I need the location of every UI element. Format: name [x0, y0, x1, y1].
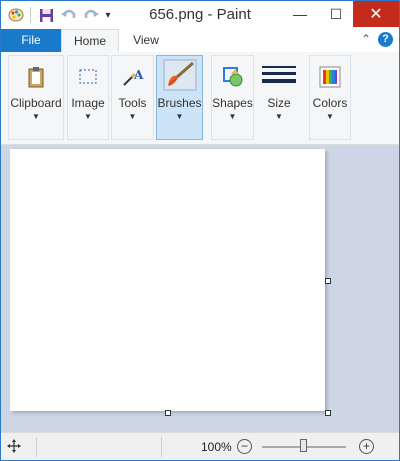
shapes-icon	[218, 62, 248, 92]
paint-window: ▾ 656.png - Paint — ☐ ✕ File Home View ⌃…	[0, 0, 400, 461]
clipboard-icon	[21, 62, 51, 92]
status-divider	[161, 437, 162, 457]
dropdown-arrow-icon: ▼	[228, 112, 237, 121]
status-bar: 100% − +	[1, 432, 399, 460]
customize-qa-button[interactable]: ▾	[102, 5, 114, 25]
resize-handle-bottom[interactable]	[165, 410, 171, 416]
maximize-icon: ☐	[329, 5, 343, 22]
cursor-position-icon	[7, 439, 21, 456]
qa-divider	[30, 7, 31, 23]
svg-text:A: A	[133, 68, 144, 82]
customize-qa-icon: ▾	[105, 9, 111, 21]
collapse-ribbon-icon[interactable]: ⌃	[361, 32, 371, 46]
zoom-in-button[interactable]: +	[359, 439, 374, 454]
ribbon-group-brushes[interactable]: Brushes ▼	[156, 55, 203, 140]
drawing-canvas[interactable]	[10, 149, 325, 411]
tools-icon: A	[118, 62, 148, 92]
dropdown-arrow-icon: ▼	[128, 112, 137, 121]
brush-icon	[162, 58, 198, 92]
ribbon-group-tools[interactable]: A Tools ▼	[111, 55, 154, 140]
dropdown-arrow-icon: ▼	[275, 112, 283, 121]
close-icon: ✕	[369, 6, 383, 23]
colors-icon	[315, 62, 345, 92]
canvas-workarea[interactable]	[1, 145, 399, 432]
ribbon-group-label: Clipboard	[10, 96, 62, 110]
ribbon-group-label: Tools	[118, 96, 147, 110]
ribbon-group-label: Colors	[312, 96, 348, 110]
tab-home[interactable]: Home	[61, 29, 119, 52]
close-button[interactable]: ✕	[353, 1, 399, 27]
dropdown-arrow-icon: ▼	[32, 112, 40, 121]
tab-file[interactable]: File	[1, 29, 61, 52]
status-divider	[36, 437, 37, 457]
ribbon-group-shapes[interactable]: Shapes ▼	[211, 55, 254, 140]
redo-icon[interactable]	[82, 5, 100, 25]
ribbon-group-size[interactable]: Size ▼	[257, 55, 301, 140]
undo-icon[interactable]	[60, 5, 78, 25]
dropdown-arrow-icon: ▼	[84, 112, 92, 121]
resize-handle-right[interactable]	[325, 278, 331, 284]
ribbon-group-label: Image	[71, 96, 105, 110]
select-icon	[73, 62, 103, 92]
ribbon-tabs: File Home View ⌃ ?	[1, 29, 399, 53]
zoom-out-button[interactable]: −	[237, 439, 252, 454]
help-icon[interactable]: ?	[378, 32, 393, 47]
minimize-button[interactable]: —	[283, 1, 317, 27]
ribbon-group-colors[interactable]: Colors ▼	[309, 55, 351, 140]
zoom-out-icon: −	[240, 439, 248, 453]
ribbon: Clipboard ▼ Image ▼ A Tools ▼ Brushes ▼ …	[1, 52, 399, 145]
ribbon-group-label: Size	[267, 96, 291, 110]
size-icon	[262, 62, 296, 92]
title-bar: ▾ 656.png - Paint — ☐ ✕	[1, 1, 399, 29]
maximize-button[interactable]: ☐	[319, 1, 353, 27]
zoom-slider-thumb[interactable]	[300, 439, 307, 452]
ribbon-group-clipboard[interactable]: Clipboard ▼	[8, 55, 64, 140]
ribbon-group-label: Shapes	[212, 96, 253, 110]
resize-handle-corner[interactable]	[325, 410, 331, 416]
save-icon[interactable]	[37, 5, 55, 25]
ribbon-group-label: Brushes	[157, 96, 202, 110]
dropdown-arrow-icon: ▼	[175, 112, 184, 121]
zoom-level: 100%	[201, 440, 232, 454]
minimize-icon: —	[293, 6, 307, 22]
tab-view[interactable]: View	[119, 29, 173, 52]
ribbon-group-image[interactable]: Image ▼	[67, 55, 109, 140]
paint-app-icon[interactable]	[7, 5, 25, 25]
zoom-in-icon: +	[362, 439, 370, 453]
dropdown-arrow-icon: ▼	[326, 112, 334, 121]
